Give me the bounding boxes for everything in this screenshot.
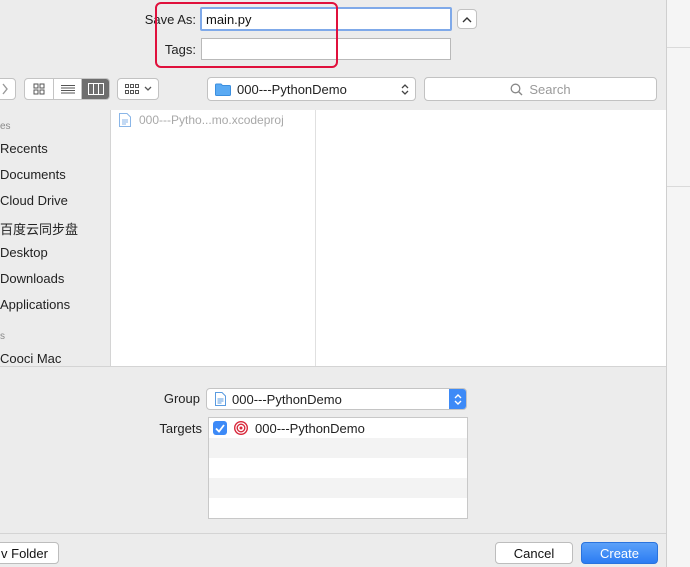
- sidebar-item-cooci-mac[interactable]: Cooci Mac: [0, 351, 61, 366]
- list-icon: [60, 84, 75, 93]
- targets-label: Targets: [159, 421, 202, 436]
- columns-icon: [87, 83, 104, 95]
- search-placeholder: Search: [529, 81, 571, 97]
- table-row: [209, 498, 467, 518]
- sidebar-item-recents[interactable]: Recents: [0, 141, 48, 156]
- background-window: [666, 0, 690, 567]
- target-checkbox[interactable]: [213, 421, 227, 435]
- sidebar-item-desktop[interactable]: Desktop: [0, 245, 48, 260]
- back-button[interactable]: [0, 78, 16, 100]
- folder-icon: [215, 83, 231, 96]
- list-view-button[interactable]: [53, 79, 81, 99]
- browser-column-2: [316, 110, 666, 366]
- xcodeproj-file-icon: [119, 113, 131, 127]
- collapse-dialog-button[interactable]: [457, 9, 477, 29]
- divider: [667, 186, 690, 187]
- browser-column-1: 000---Pytho...mo.xcodeproj: [111, 110, 316, 366]
- updown-chevron-icon: [401, 84, 409, 95]
- file-name: 000---Pytho...mo.xcodeproj: [139, 113, 284, 127]
- sidebar-item-applications[interactable]: Applications: [0, 297, 70, 312]
- chevron-up-icon: [462, 16, 472, 22]
- sidebar-item-downloads[interactable]: Downloads: [0, 271, 64, 286]
- file-item[interactable]: 000---Pytho...mo.xcodeproj: [119, 113, 284, 127]
- sidebar-section-favorites: es: [0, 121, 11, 132]
- file-options-area: Group 000---PythonDemo Targets 000---Pyt…: [0, 366, 666, 533]
- table-row: [209, 458, 467, 478]
- target-icon: [234, 421, 248, 435]
- search-field[interactable]: Search: [424, 77, 657, 101]
- table-row: [209, 478, 467, 498]
- view-mode-segmented-control: [24, 78, 110, 100]
- sidebar-item-icloud-drive[interactable]: Cloud Drive: [0, 193, 68, 208]
- updown-chevron-icon: [454, 393, 461, 405]
- arrange-grid-icon: [124, 83, 139, 94]
- divider: [667, 47, 690, 48]
- chevron-down-icon: [144, 86, 151, 91]
- dialog-footer: v Folder Cancel Create: [0, 533, 666, 567]
- create-button[interactable]: Create: [581, 542, 658, 564]
- chevron-right-icon: [2, 83, 8, 95]
- target-name: 000---PythonDemo: [255, 420, 365, 436]
- save-form-area: Save As: Tags:: [0, 0, 666, 70]
- arrange-button[interactable]: [117, 78, 159, 100]
- location-popup[interactable]: 000---PythonDemo: [207, 77, 416, 101]
- group-value: 000---PythonDemo: [232, 391, 342, 407]
- group-popup-arrow: [449, 389, 466, 409]
- group-popup[interactable]: 000---PythonDemo: [206, 388, 467, 410]
- search-icon: [510, 83, 523, 95]
- checkmark-icon: [215, 423, 225, 433]
- browser-toolbar: 000---PythonDemo Search: [0, 70, 666, 110]
- group-label: Group: [163, 391, 200, 406]
- sidebar: es Recents Documents Cloud Drive 百度云同步盘 …: [0, 110, 111, 366]
- sidebar-section-devices: s: [0, 331, 5, 342]
- cancel-button[interactable]: Cancel: [495, 542, 573, 564]
- icon-view-button[interactable]: [25, 79, 53, 99]
- sidebar-item-documents[interactable]: Documents: [0, 167, 66, 182]
- sidebar-item-baidu-sync[interactable]: 百度云同步盘: [0, 219, 78, 238]
- new-folder-button[interactable]: v Folder: [0, 542, 59, 564]
- table-row: [209, 438, 467, 458]
- project-file-icon: [215, 392, 226, 406]
- targets-table: 000---PythonDemo: [208, 417, 468, 519]
- highlight-annotation: [155, 2, 338, 68]
- location-label: 000---PythonDemo: [237, 81, 347, 97]
- column-view-button[interactable]: [81, 79, 109, 99]
- grid-icon: [33, 83, 45, 95]
- target-row[interactable]: 000---PythonDemo: [209, 418, 467, 438]
